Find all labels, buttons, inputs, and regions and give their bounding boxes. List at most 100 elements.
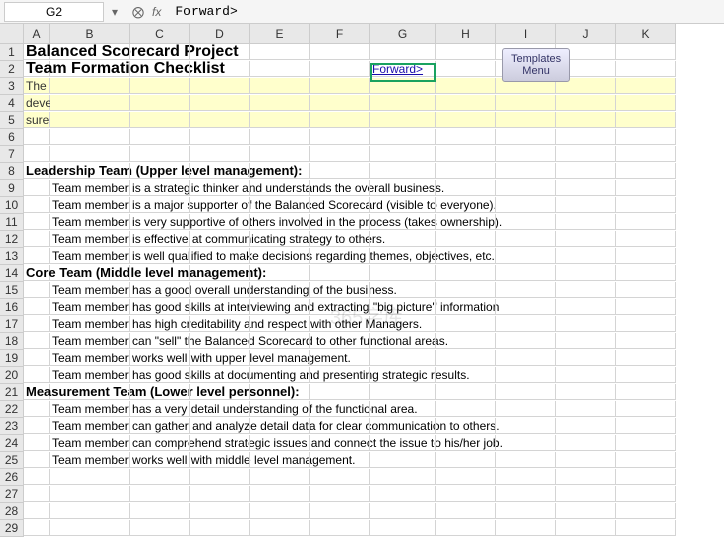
cell-D27[interactable] [190, 486, 250, 502]
row-header-6[interactable]: 6 [0, 129, 24, 146]
row-header-1[interactable]: 1 [0, 44, 24, 61]
cell-H18[interactable] [436, 333, 496, 349]
cell-A18[interactable] [24, 333, 50, 349]
cell-A3[interactable]: The following checklist can be used as a… [24, 78, 50, 94]
cell-K22[interactable] [616, 401, 676, 417]
cell-E18[interactable] [250, 333, 310, 349]
cell-E5[interactable] [250, 112, 310, 128]
row-header-11[interactable]: 11 [0, 214, 24, 231]
cell-D10[interactable] [190, 197, 250, 213]
cell-H24[interactable] [436, 435, 496, 451]
cell-B27[interactable] [50, 486, 130, 502]
cell-D15[interactable] [190, 282, 250, 298]
cell-J8[interactable] [556, 163, 616, 179]
cell-E19[interactable] [250, 350, 310, 366]
cell-C11[interactable] [130, 214, 190, 230]
cell-K9[interactable] [616, 180, 676, 196]
cell-I16[interactable] [496, 299, 556, 315]
cell-F11[interactable] [310, 214, 370, 230]
cell-C17[interactable] [130, 316, 190, 332]
cell-B10[interactable]: Team member is a major supporter of the … [50, 197, 130, 213]
cell-E27[interactable] [250, 486, 310, 502]
cell-E24[interactable] [250, 435, 310, 451]
row-header-23[interactable]: 23 [0, 418, 24, 435]
cell-A17[interactable] [24, 316, 50, 332]
cell-G10[interactable] [370, 197, 436, 213]
cell-D5[interactable] [190, 112, 250, 128]
cell-G4[interactable] [370, 95, 436, 111]
row-header-14[interactable]: 14 [0, 265, 24, 282]
cell-F16[interactable] [310, 299, 370, 315]
cell-B22[interactable]: Team member has a very detail understand… [50, 401, 130, 417]
cell-F14[interactable] [310, 265, 370, 281]
cell-E12[interactable] [250, 231, 310, 247]
cell-D26[interactable] [190, 469, 250, 485]
cell-F5[interactable] [310, 112, 370, 128]
cell-G3[interactable] [370, 78, 436, 94]
cell-K23[interactable] [616, 418, 676, 434]
row-header-3[interactable]: 3 [0, 78, 24, 95]
cell-B8[interactable] [50, 163, 130, 179]
cell-E7[interactable] [250, 146, 310, 162]
cell-I5[interactable] [496, 112, 556, 128]
cell-F9[interactable] [310, 180, 370, 196]
cell-G13[interactable] [370, 248, 436, 264]
cell-J10[interactable] [556, 197, 616, 213]
cell-J7[interactable] [556, 146, 616, 162]
cell-G18[interactable] [370, 333, 436, 349]
col-header-J[interactable]: J [556, 24, 616, 44]
cell-H29[interactable] [436, 520, 496, 536]
cell-G29[interactable] [370, 520, 436, 536]
cell-G11[interactable] [370, 214, 436, 230]
cell-A12[interactable] [24, 231, 50, 247]
cell-H4[interactable] [436, 95, 496, 111]
cell-A21[interactable]: Measurement Team (Lower level personnel)… [24, 384, 50, 400]
cell-I21[interactable] [496, 384, 556, 400]
cell-E29[interactable] [250, 520, 310, 536]
cell-B23[interactable]: Team member can gather and analyze detai… [50, 418, 130, 434]
cell-C3[interactable] [130, 78, 190, 94]
cell-A27[interactable] [24, 486, 50, 502]
cell-K15[interactable] [616, 282, 676, 298]
cell-K26[interactable] [616, 469, 676, 485]
cell-C20[interactable] [130, 367, 190, 383]
row-header-18[interactable]: 18 [0, 333, 24, 350]
cell-K1[interactable] [616, 44, 676, 60]
row-header-7[interactable]: 7 [0, 146, 24, 163]
cell-D2[interactable] [190, 61, 250, 77]
cell-I11[interactable] [496, 214, 556, 230]
cell-K14[interactable] [616, 265, 676, 281]
cell-H21[interactable] [436, 384, 496, 400]
cell-F13[interactable] [310, 248, 370, 264]
cell-F6[interactable] [310, 129, 370, 145]
row-header-2[interactable]: 2 [0, 61, 24, 78]
cell-C22[interactable] [130, 401, 190, 417]
cell-F24[interactable] [310, 435, 370, 451]
cell-B21[interactable] [50, 384, 130, 400]
cell-J11[interactable] [556, 214, 616, 230]
cell-A28[interactable] [24, 503, 50, 519]
cell-B4[interactable] [50, 95, 130, 111]
cell-C6[interactable] [130, 129, 190, 145]
cell-H26[interactable] [436, 469, 496, 485]
cell-J4[interactable] [556, 95, 616, 111]
cell-K28[interactable] [616, 503, 676, 519]
row-header-17[interactable]: 17 [0, 316, 24, 333]
cell-I15[interactable] [496, 282, 556, 298]
cell-J6[interactable] [556, 129, 616, 145]
cell-G15[interactable] [370, 282, 436, 298]
cell-E2[interactable] [250, 61, 310, 77]
cell-A13[interactable] [24, 248, 50, 264]
cell-F19[interactable] [310, 350, 370, 366]
cell-I29[interactable] [496, 520, 556, 536]
cell-G2[interactable]: Forward> [370, 61, 436, 77]
cell-J16[interactable] [556, 299, 616, 315]
row-header-9[interactable]: 9 [0, 180, 24, 197]
cell-D18[interactable] [190, 333, 250, 349]
cell-B17[interactable]: Team member has high creditability and r… [50, 316, 130, 332]
cell-J20[interactable] [556, 367, 616, 383]
cell-F25[interactable] [310, 452, 370, 468]
cell-G22[interactable] [370, 401, 436, 417]
cell-F2[interactable] [310, 61, 370, 77]
cell-J21[interactable] [556, 384, 616, 400]
